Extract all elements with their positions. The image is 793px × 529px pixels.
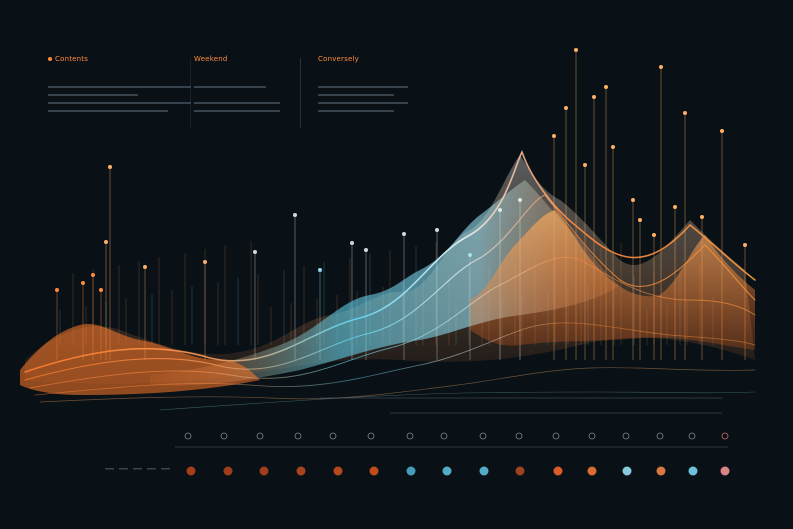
spike-tip xyxy=(99,288,103,292)
spike-tip xyxy=(104,240,108,244)
marker-dot xyxy=(479,466,489,476)
marker-ring xyxy=(329,432,337,440)
spike-tip xyxy=(253,250,257,254)
wave-visualization xyxy=(20,48,756,476)
marker-dot xyxy=(622,466,632,476)
marker-ring xyxy=(479,432,487,440)
tick-mark xyxy=(161,468,170,470)
marker-ring xyxy=(294,432,302,440)
marker-dot xyxy=(587,466,597,476)
marker-ring xyxy=(688,432,696,440)
tick-mark xyxy=(105,468,114,470)
tick-mark xyxy=(133,468,142,470)
spike-tip xyxy=(81,281,85,285)
spike-tip xyxy=(700,215,704,219)
spike-tip xyxy=(574,48,578,52)
spike-tip xyxy=(611,145,615,149)
marker-ring xyxy=(256,432,264,440)
spike-tip xyxy=(631,198,635,202)
marker-dot xyxy=(223,466,233,476)
spike-tip xyxy=(143,265,147,269)
spike-tip xyxy=(743,243,747,247)
baseline-rules xyxy=(175,397,728,448)
marker-dot xyxy=(406,466,416,476)
marker-dot xyxy=(296,466,306,476)
marker-dot xyxy=(553,466,563,476)
spike-tip xyxy=(364,248,368,252)
marker-dot xyxy=(369,466,379,476)
marker-dot xyxy=(186,466,196,476)
spike-tip xyxy=(583,163,587,167)
spike-tip xyxy=(564,106,568,110)
spike-tip xyxy=(720,129,724,133)
spike-tip xyxy=(350,241,354,245)
marker-ring xyxy=(220,432,228,440)
marker-ring xyxy=(440,432,448,440)
marker-dot xyxy=(442,466,452,476)
marker-ring xyxy=(184,432,192,440)
marker-dot xyxy=(656,466,666,476)
marker-ring xyxy=(552,432,560,440)
marker-dot xyxy=(333,466,343,476)
marker-ring xyxy=(656,432,664,440)
spike-tip xyxy=(652,233,656,237)
marker-dot xyxy=(688,466,698,476)
spike-tip xyxy=(293,213,297,217)
marker-ring xyxy=(622,432,630,440)
tick-mark xyxy=(147,468,156,470)
marker-ring xyxy=(588,432,596,440)
spike-tip xyxy=(604,85,608,89)
marker-ring xyxy=(406,432,414,440)
marker-dot xyxy=(515,466,525,476)
marker-ring xyxy=(515,432,523,440)
spike-tip xyxy=(659,65,663,69)
tick-mark xyxy=(119,468,128,470)
spike-tip xyxy=(673,205,677,209)
spike-tip xyxy=(435,228,439,232)
visualization-scene: Contents Weekend Conversely xyxy=(0,0,793,529)
spike-tip xyxy=(318,268,322,272)
dot-markers xyxy=(105,432,730,476)
spike-tip xyxy=(638,218,642,222)
spike-tip xyxy=(402,232,406,236)
spike-tip xyxy=(592,95,596,99)
spike-tip xyxy=(683,111,687,115)
spike-tip xyxy=(108,165,112,169)
marker-dot xyxy=(720,466,730,476)
marker-ring xyxy=(721,432,729,440)
contour-line xyxy=(159,391,756,411)
spike-tip xyxy=(55,288,59,292)
marker-ring xyxy=(367,432,375,440)
spike-tip xyxy=(552,134,556,138)
marker-dot xyxy=(259,466,269,476)
